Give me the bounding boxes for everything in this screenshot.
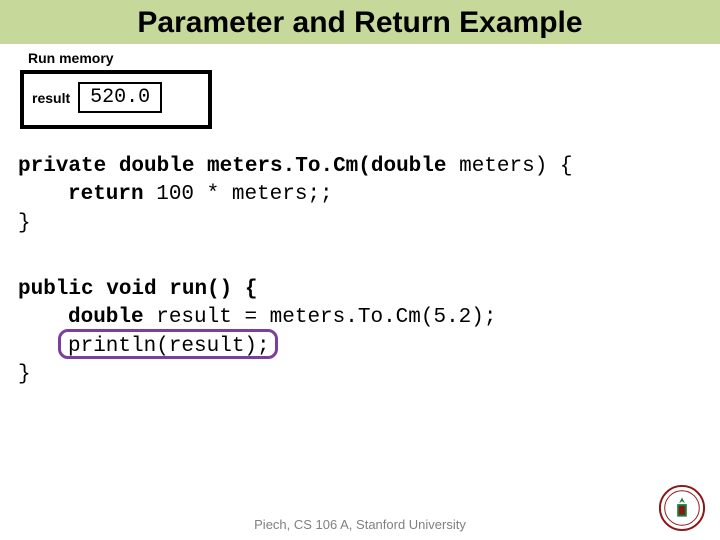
slide-title: Parameter and Return Example: [0, 6, 720, 40]
method-run: public void run() { double result = mete…: [18, 276, 702, 389]
code-line: double result = meters.To.Cm(5.2);: [18, 304, 702, 332]
code-line: }: [18, 361, 702, 389]
variable-label: result: [32, 90, 70, 106]
method-meters-to-cm: private double meters.To.Cm(double meter…: [18, 153, 702, 238]
stanford-seal-icon: [658, 484, 706, 532]
code-area: private double meters.To.Cm(double meter…: [18, 153, 702, 389]
title-bar: Parameter and Return Example: [0, 0, 720, 44]
variable-value-box: 520.0: [78, 82, 162, 113]
code-line: private double meters.To.Cm(double meter…: [18, 153, 702, 181]
code-line: println(result);: [18, 333, 702, 361]
code-line: public void run() {: [18, 276, 702, 304]
footer-text: Piech, CS 106 A, Stanford University: [0, 517, 720, 532]
memory-heading: Run memory: [28, 50, 720, 66]
memory-frame: result 520.0: [20, 70, 212, 129]
code-line: }: [18, 210, 702, 238]
code-line: return 100 * meters;;: [18, 181, 702, 209]
